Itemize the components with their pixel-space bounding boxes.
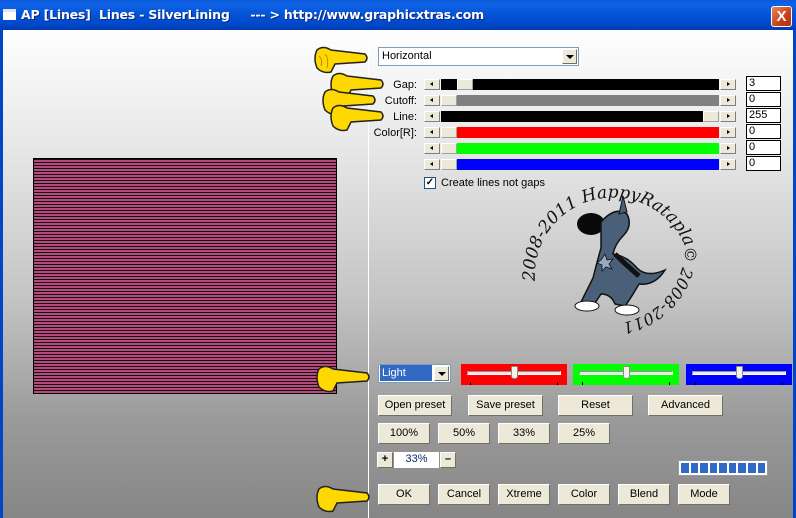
progress-segment [681,463,689,473]
color-button[interactable]: Color [558,484,610,505]
direction-select[interactable]: Horizontal [378,47,579,66]
line-slider-track[interactable] [441,111,719,122]
gap-value-input[interactable]: 3 [746,76,781,91]
save-preset-button[interactable]: Save preset [468,395,543,416]
tick-mark [470,382,471,385]
color-r-slider[interactable] [424,127,736,138]
advanced-button[interactable]: Advanced [648,395,723,416]
cutoff-slider-track[interactable] [441,95,719,106]
gap-slider[interactable] [424,79,736,90]
blue-trackbar-knob[interactable] [736,366,743,379]
tick-mark [669,382,670,385]
title-bar: AP [Lines] Lines - SilverLining --- > ht… [0,0,796,30]
red-trackbar[interactable] [461,364,567,385]
line-slider-thumb[interactable] [703,111,719,122]
zoom-25-button[interactable]: 25% [558,423,610,444]
cancel-button[interactable]: Cancel [438,484,490,505]
progress-segment [690,463,699,473]
mode-select[interactable]: Light [378,364,451,383]
scroll-left-arrow-icon[interactable] [424,143,440,154]
cutoff-label: Cutoff: [384,95,417,107]
cutoff-value-input[interactable]: 0 [746,92,781,107]
scroll-left-arrow-icon[interactable] [424,95,440,106]
scroll-right-arrow-icon[interactable] [720,111,736,122]
progress-segment [700,463,708,473]
scroll-left-arrow-icon[interactable] [424,79,440,90]
color-r-slider-track[interactable] [441,127,719,138]
zoom-in-button[interactable]: + [377,452,393,468]
progress-segment [728,463,737,473]
gap-label: Gap: [393,79,417,91]
tick-mark [695,382,696,385]
progress-segment [709,463,718,473]
direction-select-value: Horizontal [382,50,432,62]
chevron-down-icon[interactable] [434,366,449,381]
gap-slider-track[interactable] [441,79,719,90]
zoom-33-button[interactable]: 33% [498,423,550,444]
zoom-50-button[interactable]: 50% [438,423,490,444]
scroll-left-arrow-icon[interactable] [424,159,440,170]
blend-button[interactable]: Blend [618,484,670,505]
cutoff-slider-thumb[interactable] [441,95,457,106]
green-trackbar[interactable] [573,364,679,385]
line-slider[interactable] [424,111,736,122]
cutoff-slider[interactable] [424,95,736,106]
window-title: AP [Lines] Lines - SilverLining --- > ht… [21,7,484,22]
line-label: Line: [393,111,417,123]
tick-mark [782,382,783,385]
mode-button[interactable]: Mode [678,484,730,505]
xtreme-button[interactable]: Xtreme [498,484,550,505]
chevron-down-icon[interactable] [562,49,577,64]
reset-button[interactable]: Reset [558,395,633,416]
progress-segment [757,463,766,473]
pointing-hand-icon [316,365,370,393]
progress-segment [719,463,727,473]
ok-button[interactable]: OK [378,484,430,505]
dog-icon [574,195,667,316]
gap-slider-thumb[interactable] [457,79,473,90]
window-icon [3,9,16,20]
scroll-right-arrow-icon[interactable] [720,143,736,154]
color-r-value-input[interactable]: 0 [746,124,781,139]
close-button[interactable]: X [771,6,792,27]
color-g-value-input[interactable]: 0 [746,140,781,155]
mode-select-value: Light [380,365,432,381]
zoom-value: 33% [394,452,439,468]
zoom-out-button[interactable]: – [440,452,456,468]
scroll-left-arrow-icon[interactable] [424,127,440,138]
scroll-right-arrow-icon[interactable] [720,95,736,106]
color-r-slider-thumb[interactable] [441,127,457,138]
blue-trackbar[interactable] [686,364,792,385]
zoom-100-button[interactable]: 100% [378,423,430,444]
happyrataplan-logo: 2008-2011 HappyRataplan © 2008-2011 [515,166,701,338]
color-r-label: Color[R]: [373,127,417,139]
preview-image [33,158,337,394]
color-g-slider-thumb[interactable] [441,143,457,154]
progress-bar [678,460,768,476]
dialog-body: Horizontal Gap: Cutoff: Line: Color[R]: … [0,30,796,518]
scroll-right-arrow-icon[interactable] [720,127,736,138]
progress-segment [747,463,756,473]
tick-mark [557,382,558,385]
red-trackbar-knob[interactable] [511,366,518,379]
color-g-slider-track[interactable] [441,143,719,154]
tick-mark [582,382,583,385]
scroll-right-arrow-icon[interactable] [720,159,736,170]
color-b-value-input[interactable]: 0 [746,156,781,171]
scroll-right-arrow-icon[interactable] [720,79,736,90]
scroll-left-arrow-icon[interactable] [424,111,440,122]
open-preset-button[interactable]: Open preset [378,395,452,416]
pointing-hand-icon [316,485,370,513]
green-trackbar-knob[interactable] [623,366,630,379]
line-value-input[interactable]: 255 [746,108,781,123]
progress-segment [738,463,746,473]
create-lines-checkbox[interactable]: ✓ [424,177,436,189]
color-b-slider-thumb[interactable] [441,159,457,170]
color-g-slider[interactable] [424,143,736,154]
